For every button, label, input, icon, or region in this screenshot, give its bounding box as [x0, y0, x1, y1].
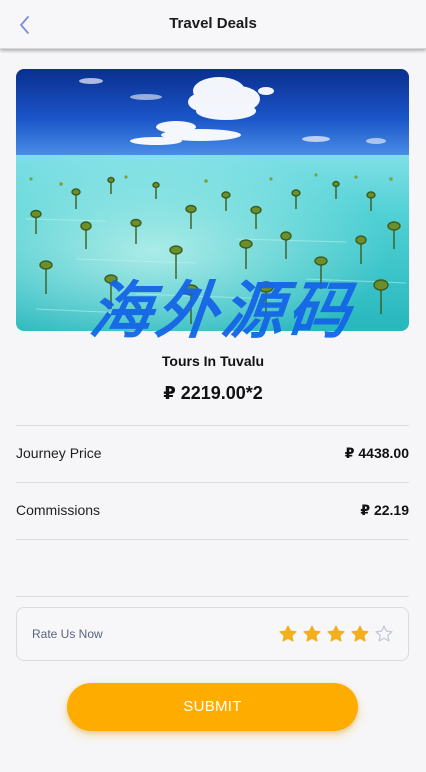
commissions-label: Commissions: [16, 502, 101, 518]
divider: [16, 596, 409, 597]
star-rating: [278, 624, 394, 644]
journey-price-value: ₽ 4438.00: [344, 445, 409, 461]
app-header: Travel Deals: [0, 0, 426, 49]
commissions-value: ₽ 22.19: [360, 502, 409, 518]
star-icon[interactable]: [326, 624, 346, 644]
rating-box: Rate Us Now: [16, 607, 409, 661]
commissions-row: Commissions ₽ 22.19: [16, 483, 409, 539]
star-icon[interactable]: [278, 624, 298, 644]
star-icon[interactable]: [302, 624, 322, 644]
journey-price-label: Journey Price: [16, 445, 102, 461]
page-title: Travel Deals: [169, 15, 257, 32]
watermark: 海外源码: [86, 274, 358, 347]
tour-price: ₽ 2219.00*2: [163, 383, 263, 403]
rating-label: Rate Us Now: [32, 627, 103, 641]
star-outline-icon[interactable]: [374, 624, 394, 644]
submit-button[interactable]: SUBMIT: [67, 683, 358, 731]
tour-name: Tours In Tuvalu: [161, 353, 265, 369]
journey-price-row: Journey Price ₽ 4438.00: [16, 426, 409, 482]
divider: [16, 539, 409, 540]
star-icon[interactable]: [350, 624, 370, 644]
